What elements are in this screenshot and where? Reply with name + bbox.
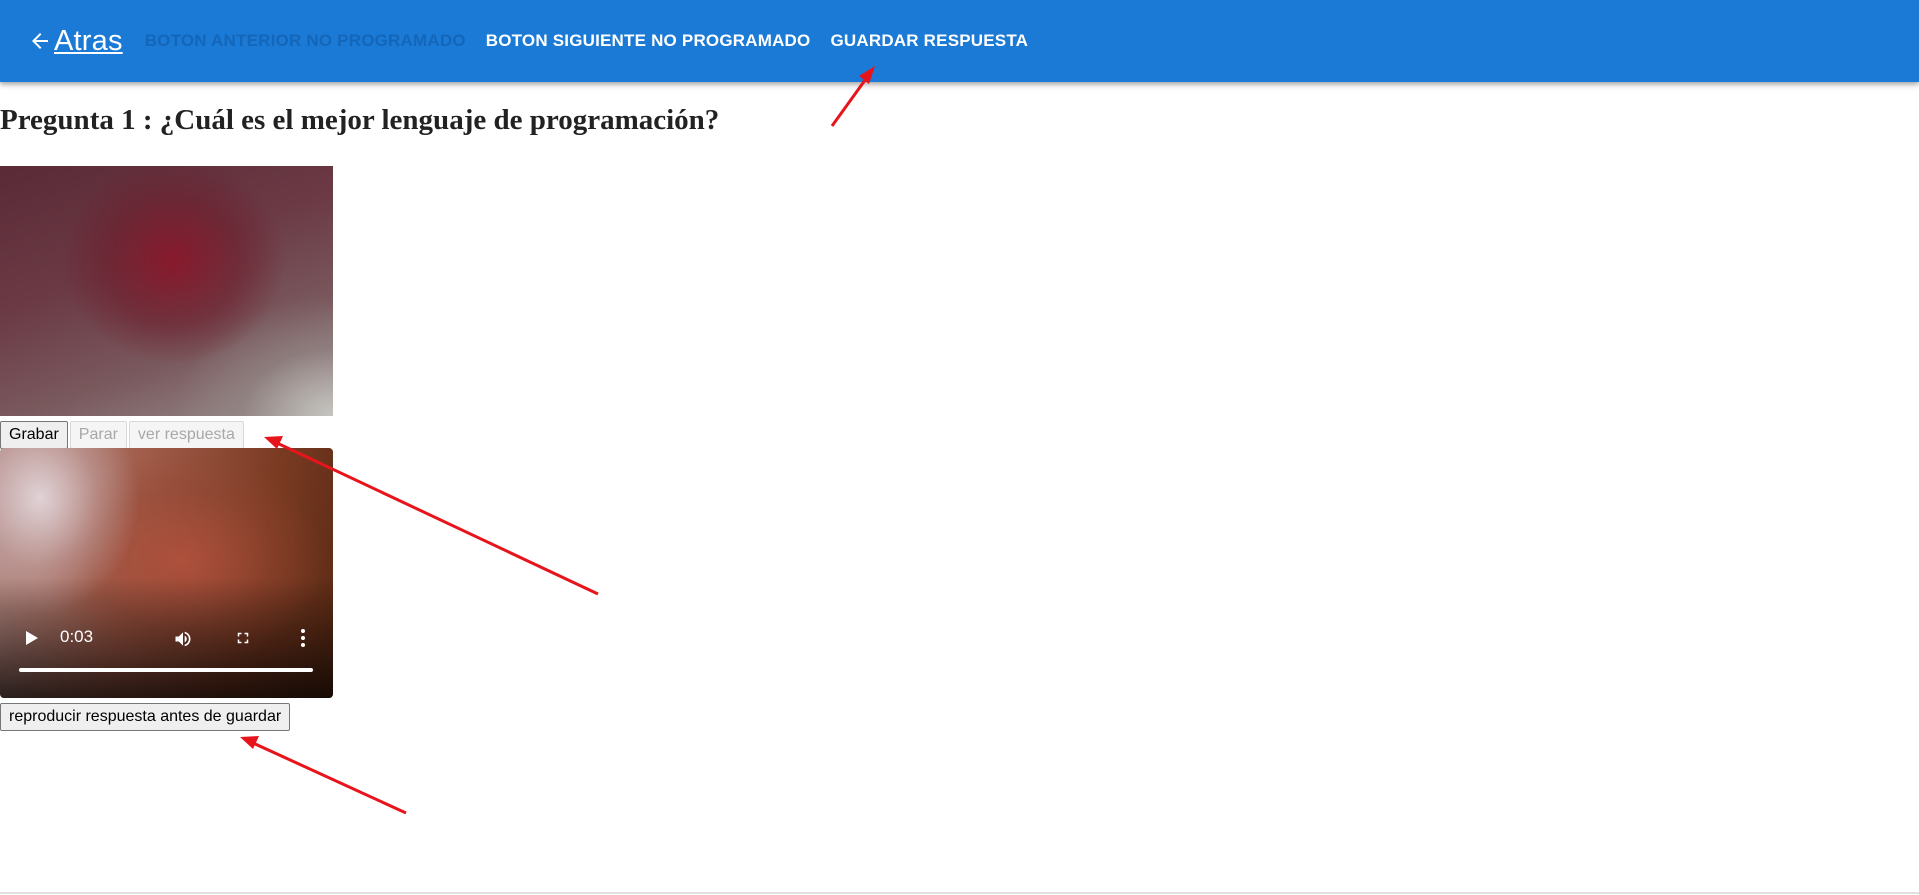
record-button[interactable]: Grabar: [0, 421, 68, 449]
question-title: Pregunta 1 : ¿Cuál es el mejor lenguaje …: [0, 104, 720, 136]
camera-preview: [0, 166, 333, 416]
play-answer-button[interactable]: reproducir respuesta antes de guardar: [0, 703, 291, 731]
save-answer-button[interactable]: GUARDAR RESPUESTA: [820, 25, 1038, 57]
app-bar: Atras BOTON ANTERIOR NO PROGRAMADO BOTON…: [0, 0, 1919, 82]
arrow-left-icon: [32, 33, 48, 49]
previous-button[interactable]: BOTON ANTERIOR NO PROGRAMADO: [135, 25, 476, 57]
stop-button[interactable]: Parar: [69, 421, 127, 449]
play-icon[interactable]: [22, 629, 40, 647]
fullscreen-icon[interactable]: [234, 629, 252, 647]
view-answer-button[interactable]: ver respuesta: [128, 421, 244, 449]
annotation-arrow-play-answer: [240, 736, 407, 815]
recorder-controls: Grabar Parar ver respuesta: [0, 421, 244, 449]
video-time: 0:03: [60, 627, 94, 646]
bottom-divider: [0, 892, 1919, 894]
volume-icon[interactable]: [172, 629, 194, 649]
video-player[interactable]: 0:03: [0, 448, 333, 698]
back-label: Atras: [54, 24, 123, 57]
more-options-icon[interactable]: [298, 627, 308, 649]
back-button[interactable]: Atras: [28, 25, 123, 58]
next-button[interactable]: BOTON SIGUIENTE NO PROGRAMADO: [476, 25, 821, 57]
video-progress-bar[interactable]: [19, 668, 313, 672]
